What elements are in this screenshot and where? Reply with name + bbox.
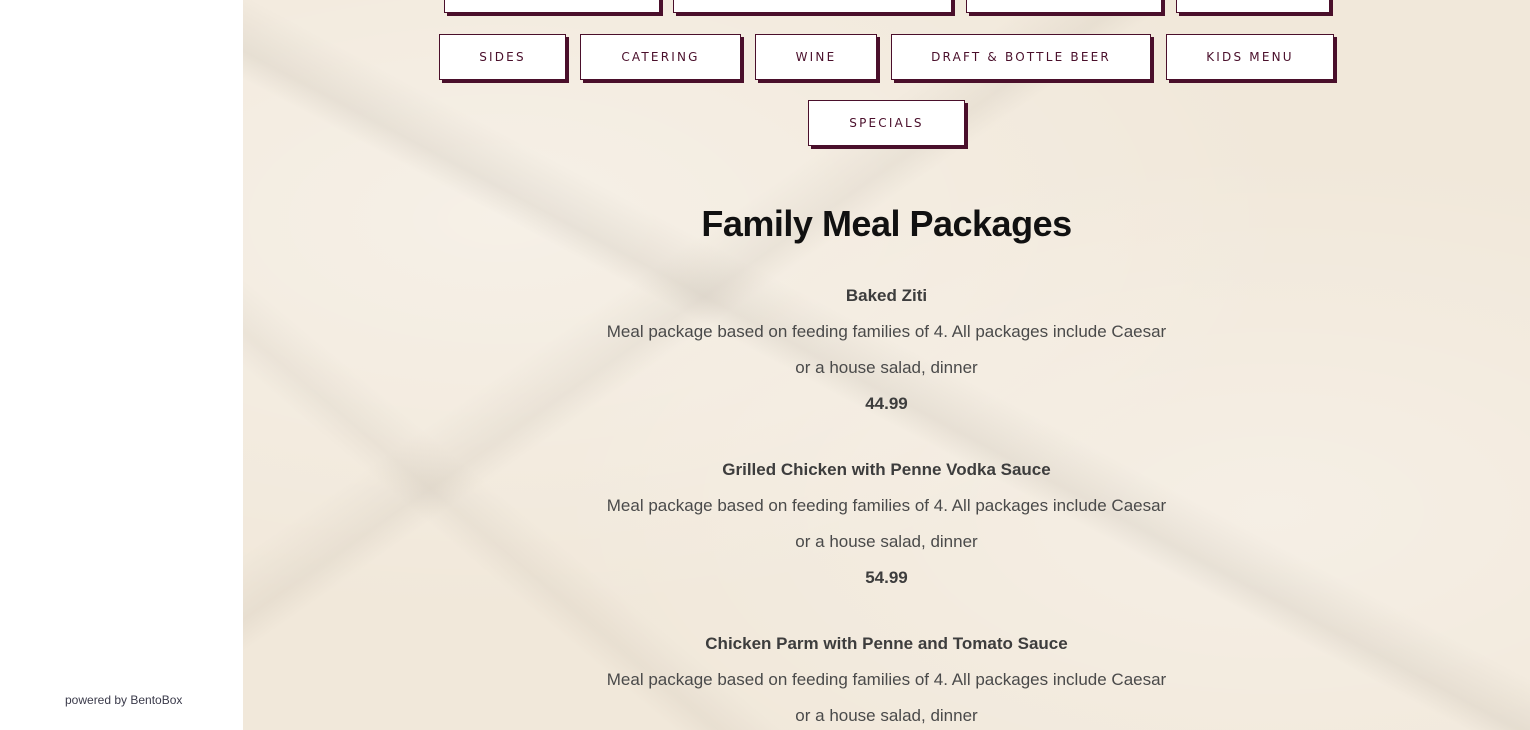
- tab-partial-4[interactable]: [1176, 0, 1330, 13]
- tab-sides[interactable]: SIDES: [439, 34, 566, 80]
- bentobox-link[interactable]: BentoBox: [130, 693, 182, 707]
- powered-by-credit: powered by BentoBox: [65, 693, 182, 707]
- powered-by-prefix: powered by: [65, 693, 131, 707]
- menu-item: Chicken Parm with Penne and Tomato Sauce…: [243, 626, 1530, 730]
- tab-draft-bottle-beer[interactable]: DRAFT & BOTTLE BEER: [891, 34, 1151, 80]
- menu-item: Baked Ziti Meal package based on feeding…: [243, 278, 1530, 422]
- tab-partial-2[interactable]: [673, 0, 952, 13]
- tab-partial-1[interactable]: [444, 0, 660, 13]
- menu-item-description: Meal package based on feeding families o…: [606, 496, 1167, 551]
- tab-partial-3[interactable]: [966, 0, 1162, 13]
- menu-item-name: Baked Ziti: [845, 286, 928, 305]
- tab-catering[interactable]: CATERING: [580, 34, 741, 80]
- menu-item: Grilled Chicken with Penne Vodka Sauce M…: [243, 452, 1530, 596]
- menu-item-price: 44.99: [865, 394, 908, 413]
- menu-item-name: Chicken Parm with Penne and Tomato Sauce: [705, 634, 1068, 653]
- menu-item-description: Meal package based on feeding families o…: [606, 670, 1167, 725]
- menu-content: SIDES CATERING WINE DRAFT & BOTTLE BEER …: [243, 0, 1530, 730]
- section-title: Family Meal Packages: [701, 203, 1072, 244]
- menu-item-name: Grilled Chicken with Penne Vodka Sauce: [722, 460, 1051, 479]
- tab-specials[interactable]: SPECIALS: [808, 100, 965, 146]
- menu-item-price: 54.99: [865, 568, 908, 587]
- tab-wine[interactable]: WINE: [755, 34, 877, 80]
- tab-kids-menu[interactable]: KIDS MENU: [1166, 34, 1334, 80]
- menu-item-description: Meal package based on feeding families o…: [606, 322, 1167, 377]
- sidebar: powered by BentoBox: [0, 0, 243, 730]
